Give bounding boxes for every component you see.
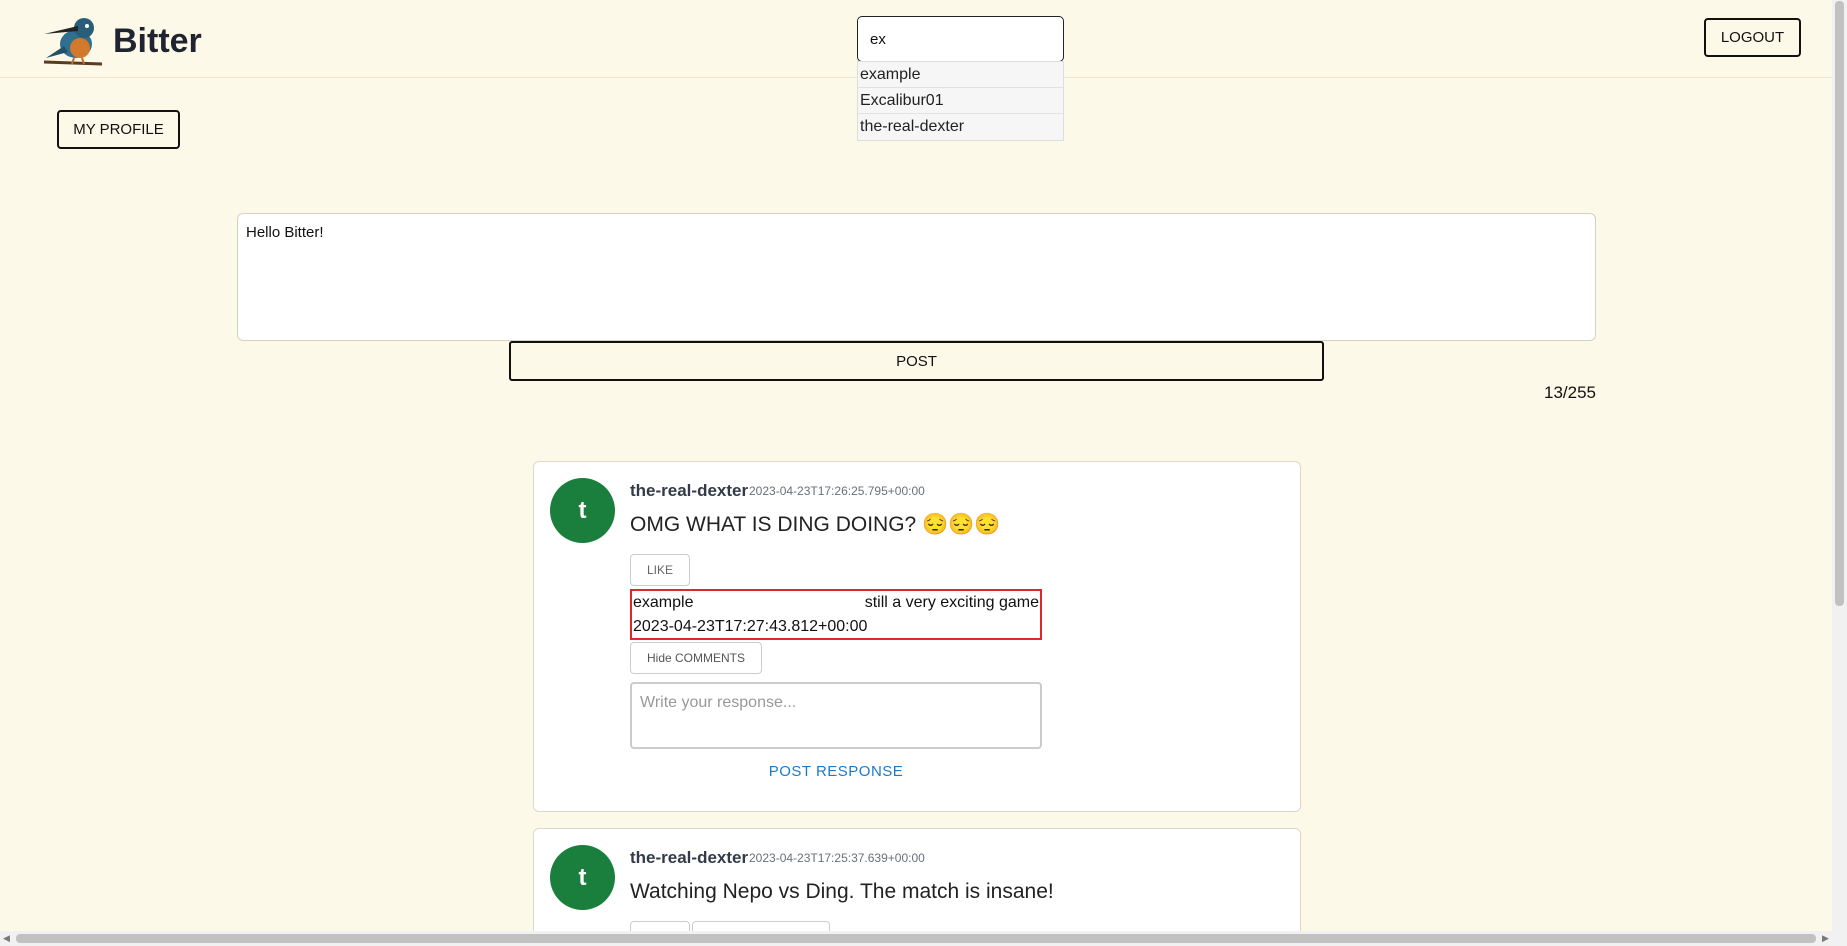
post-button[interactable]: POST [509,341,1324,381]
post-response-button[interactable]: POST RESPONSE [630,758,1042,784]
vertical-scrollbar-thumb[interactable] [1835,1,1844,606]
vertical-scrollbar[interactable] [1832,0,1847,931]
comment-text: still a very exciting game [864,594,1039,611]
post-username[interactable]: the-real-dexter [630,481,748,501]
kingfisher-logo[interactable] [40,12,106,70]
scroll-left-icon[interactable]: ◀ [3,933,10,944]
my-profile-button[interactable]: MY PROFILE [57,110,180,149]
comment: example still a very exciting game 2023-… [630,589,1042,640]
horizontal-scrollbar-thumb[interactable] [16,934,1816,943]
post-timestamp: 2023-04-23T17:25:37.639+00:00 [749,851,925,865]
search-input[interactable] [857,16,1064,62]
logout-button[interactable]: LOGOUT [1704,18,1801,57]
character-counter: 13/255 [1544,383,1596,402]
search-suggestions: example Excalibur01 the-real-dexter [857,61,1064,141]
avatar[interactable]: t [550,478,615,543]
avatar[interactable]: t [550,845,615,910]
response-input[interactable] [630,682,1042,749]
suggestion-item[interactable]: the-real-dexter [858,114,1063,140]
post-card: t the-real-dexter 2023-04-23T17:26:25.79… [533,461,1301,812]
scroll-right-icon[interactable]: ▶ [1822,933,1829,944]
brand-name: Bitter [113,22,202,60]
suggestion-item[interactable]: Excalibur01 [858,88,1063,114]
comment-timestamp: 2023-04-23T17:27:43.812+00:00 [633,618,868,635]
compose-textarea[interactable]: Hello Bitter! [237,213,1596,341]
post-text: OMG WHAT IS DING DOING? 😔😔😔 [630,513,1001,536]
post-timestamp: 2023-04-23T17:26:25.795+00:00 [749,484,925,498]
like-button[interactable]: LIKE [630,554,690,586]
post-username[interactable]: the-real-dexter [630,848,748,868]
comment-username[interactable]: example [633,594,693,612]
horizontal-scrollbar[interactable]: ◀ ▶ [0,931,1847,946]
suggestion-item[interactable]: example [858,62,1063,88]
post-card: t the-real-dexter 2023-04-23T17:25:37.63… [533,828,1301,946]
post-text: Watching Nepo vs Ding. The match is insa… [630,880,1054,903]
hide-comments-button[interactable]: Hide COMMENTS [630,642,762,674]
